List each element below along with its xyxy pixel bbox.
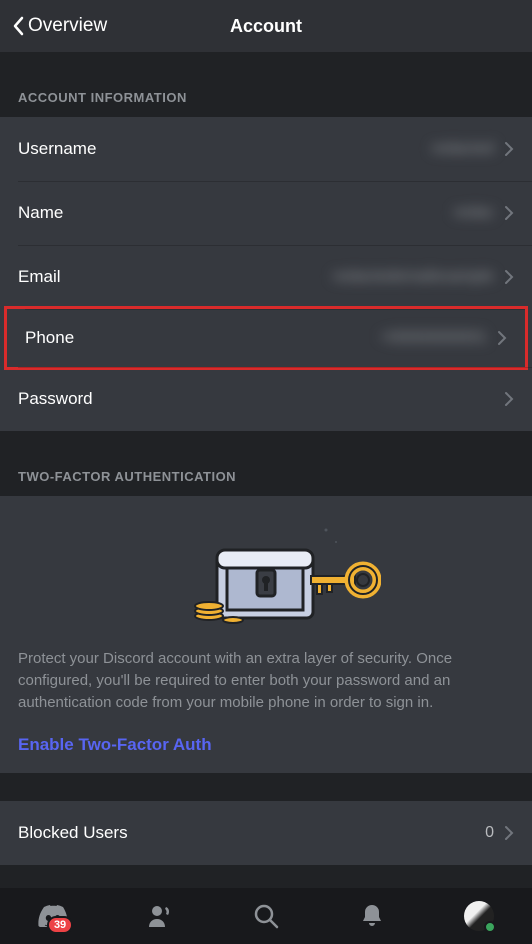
vault-key-icon bbox=[151, 520, 381, 630]
notification-badge: 39 bbox=[47, 916, 73, 934]
twofa-illustration bbox=[18, 520, 514, 630]
nav-home[interactable]: 39 bbox=[31, 894, 75, 938]
header-bar: Overview Account bbox=[0, 0, 532, 52]
spacer bbox=[0, 773, 532, 801]
chevron-right-icon bbox=[504, 391, 514, 407]
row-username[interactable]: Username redacted bbox=[0, 117, 532, 181]
page-title: Account bbox=[230, 16, 302, 37]
row-value: +00000000001 bbox=[380, 329, 487, 347]
row-right: 0 bbox=[485, 824, 514, 842]
chevron-right-icon bbox=[504, 825, 514, 841]
row-password[interactable]: Password bbox=[0, 367, 532, 431]
chevron-right-icon bbox=[504, 205, 514, 221]
row-label: Username bbox=[18, 139, 96, 159]
friends-icon bbox=[147, 903, 173, 929]
bell-icon bbox=[360, 903, 384, 929]
chevron-left-icon bbox=[12, 16, 24, 36]
enable-twofa-link[interactable]: Enable Two-Factor Auth bbox=[18, 735, 514, 755]
row-right: +00000000001 bbox=[380, 329, 507, 347]
twofa-description: Protect your Discord account with an ext… bbox=[18, 648, 514, 713]
chevron-right-icon bbox=[497, 330, 507, 346]
section-header-twofa: TWO-FACTOR AUTHENTICATION bbox=[0, 431, 532, 496]
status-online-icon bbox=[484, 921, 496, 933]
nav-profile[interactable] bbox=[457, 894, 501, 938]
section-header-account-info: ACCOUNT INFORMATION bbox=[0, 52, 532, 117]
row-value: redac bbox=[454, 204, 494, 222]
row-right: redacted bbox=[432, 140, 514, 158]
row-email[interactable]: Email redactedemailexample bbox=[0, 245, 532, 309]
row-label: Name bbox=[18, 203, 63, 223]
blocked-list: Blocked Users 0 bbox=[0, 801, 532, 865]
search-icon bbox=[253, 903, 279, 929]
row-right: redactedemailexample bbox=[333, 268, 514, 286]
row-label: Phone bbox=[25, 328, 74, 348]
row-label: Email bbox=[18, 267, 61, 287]
chevron-right-icon bbox=[504, 141, 514, 157]
row-phone[interactable]: Phone +00000000001 bbox=[4, 306, 528, 370]
row-label: Blocked Users bbox=[18, 823, 128, 843]
row-label: Password bbox=[18, 389, 93, 409]
account-info-list: Username redacted Name redac Email redac… bbox=[0, 117, 532, 431]
bottom-nav: 39 bbox=[0, 888, 532, 944]
nav-search[interactable] bbox=[244, 894, 288, 938]
chevron-right-icon bbox=[504, 269, 514, 285]
twofa-card: Protect your Discord account with an ext… bbox=[0, 496, 532, 773]
blocked-count: 0 bbox=[485, 824, 494, 842]
row-value: redacted bbox=[432, 140, 494, 158]
nav-friends[interactable] bbox=[138, 894, 182, 938]
back-button[interactable]: Overview bbox=[12, 15, 107, 37]
back-label: Overview bbox=[28, 15, 107, 37]
nav-notifications[interactable] bbox=[350, 894, 394, 938]
row-name[interactable]: Name redac bbox=[0, 181, 532, 245]
row-value: redactedemailexample bbox=[333, 268, 494, 286]
avatar bbox=[464, 901, 494, 931]
row-right: redac bbox=[454, 204, 514, 222]
row-blocked-users[interactable]: Blocked Users 0 bbox=[0, 801, 532, 865]
row-right bbox=[504, 391, 514, 407]
